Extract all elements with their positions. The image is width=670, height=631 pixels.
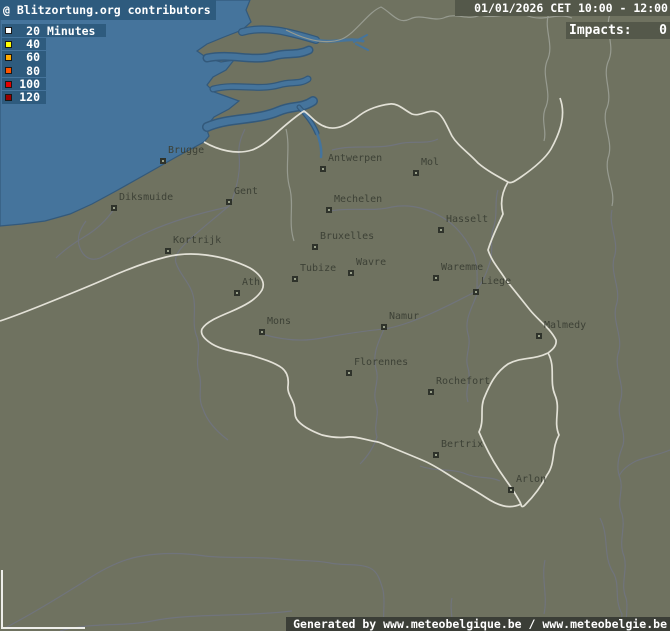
city-marker-dot	[348, 372, 350, 374]
city-label-mons: Mons	[267, 316, 291, 327]
city-marker-dot	[510, 489, 512, 491]
city-label-mechelen: Mechelen	[334, 194, 382, 205]
city-marker-dot	[314, 246, 316, 248]
legend-row-60: 60	[2, 51, 46, 64]
city-marker-ath	[234, 290, 240, 296]
city-label-namur: Namur	[389, 311, 419, 322]
city-label-liege: Liege	[481, 276, 511, 287]
legend-color-swatch	[5, 81, 12, 88]
city-label-bruxelles: Bruxelles	[320, 231, 374, 242]
city-label-waremme: Waremme	[441, 262, 483, 273]
city-marker-hasselt	[438, 227, 444, 233]
city-marker-dot	[228, 201, 230, 203]
city-marker-waremme	[433, 275, 439, 281]
city-label-rochefort: Rochefort	[436, 376, 490, 387]
city-label-wavre: Wavre	[356, 257, 386, 268]
impacts-label: Impacts:	[569, 23, 632, 38]
city-marker-mol	[413, 170, 419, 176]
map-canvas	[0, 0, 670, 631]
city-marker-dot	[162, 160, 164, 162]
legend-color-swatch	[5, 67, 12, 74]
legend-color-swatch	[5, 27, 12, 34]
city-label-antwerpen: Antwerpen	[328, 153, 382, 164]
city-marker-dot	[435, 454, 437, 456]
legend-minutes-value: 40	[14, 37, 40, 51]
timestamp-banner: 01/01/2026 CET 10:00 - 12:00	[455, 0, 670, 16]
city-marker-wavre	[348, 270, 354, 276]
legend-minutes-value: 60	[14, 50, 40, 64]
legend-minutes-value: 80	[14, 64, 40, 78]
city-marker-dot	[435, 277, 437, 279]
city-marker-bruxelles	[312, 244, 318, 250]
city-marker-dot	[475, 291, 477, 293]
attribution-banner: @ Blitzortung.org contributors	[0, 0, 216, 20]
city-label-malmedy: Malmedy	[544, 320, 586, 331]
city-marker-malmedy	[536, 333, 542, 339]
legend-row-100: 100	[2, 78, 46, 91]
city-label-florennes: Florennes	[354, 357, 408, 368]
city-label-hasselt: Hasselt	[446, 214, 488, 225]
impacts-value: 0	[659, 23, 667, 38]
city-marker-arlon	[508, 487, 514, 493]
legend-unit-label: Minutes	[47, 24, 95, 38]
city-marker-dot	[294, 278, 296, 280]
city-marker-diksmuide	[111, 205, 117, 211]
legend-minutes-value: 100	[14, 77, 40, 91]
city-label-arlon: Arlon	[516, 474, 546, 485]
city-marker-dot	[328, 209, 330, 211]
city-label-bertrix: Bertrix	[441, 439, 483, 450]
city-label-mol: Mol	[421, 157, 439, 168]
legend-minutes-value: 120	[14, 90, 40, 104]
city-marker-dot	[415, 172, 417, 174]
city-marker-antwerpen	[320, 166, 326, 172]
city-label-brugge: Brugge	[168, 145, 204, 156]
city-marker-dot	[430, 391, 432, 393]
city-marker-dot	[440, 229, 442, 231]
legend-row-80: 80	[2, 64, 46, 77]
city-label-ath: Ath	[242, 277, 260, 288]
weather-map-page: @ Blitzortung.org contributors 01/01/202…	[0, 0, 670, 631]
city-label-diksmuide: Diksmuide	[119, 192, 173, 203]
city-marker-liege	[473, 289, 479, 295]
city-label-gent: Gent	[234, 186, 258, 197]
city-label-tubize: Tubize	[300, 263, 336, 274]
city-marker-namur	[381, 324, 387, 330]
legend-row-40: 40	[2, 38, 46, 51]
city-marker-dot	[538, 335, 540, 337]
city-marker-florennes	[346, 370, 352, 376]
city-marker-rochefort	[428, 389, 434, 395]
city-marker-brugge	[160, 158, 166, 164]
city-marker-mechelen	[326, 207, 332, 213]
legend-row-120: 120	[2, 91, 46, 104]
legend-minutes-value: 20	[14, 24, 40, 38]
city-marker-bertrix	[433, 452, 439, 458]
city-marker-dot	[113, 207, 115, 209]
legend-color-swatch	[5, 41, 12, 48]
city-marker-tubize	[292, 276, 298, 282]
city-marker-mons	[259, 329, 265, 335]
city-marker-dot	[383, 326, 385, 328]
impacts-counter: Impacts: 0	[566, 22, 670, 39]
city-marker-gent	[226, 199, 232, 205]
city-marker-dot	[322, 168, 324, 170]
legend-row-20: 20 Minutes	[2, 24, 106, 37]
legend-color-swatch	[5, 54, 12, 61]
city-marker-dot	[350, 272, 352, 274]
city-label-kortrijk: Kortrijk	[173, 235, 221, 246]
city-marker-dot	[236, 292, 238, 294]
legend-color-swatch	[5, 94, 12, 101]
city-marker-kortrijk	[165, 248, 171, 254]
city-marker-dot	[167, 250, 169, 252]
city-marker-dot	[261, 331, 263, 333]
credit-bar: Generated by www.meteobelgique.be / www.…	[286, 617, 670, 631]
